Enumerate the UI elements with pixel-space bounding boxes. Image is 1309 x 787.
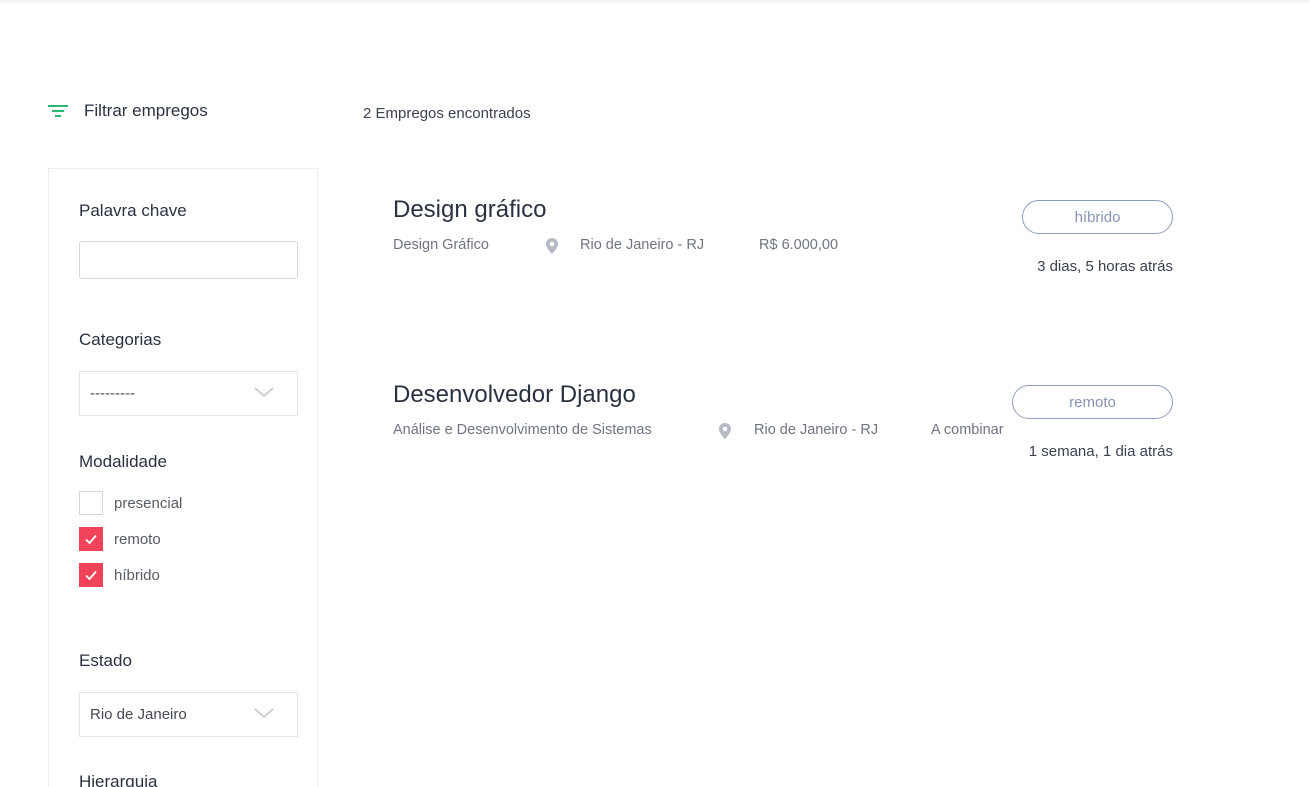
chevron-down-icon	[253, 385, 275, 399]
modality-option-presencial[interactable]: presencial	[79, 491, 182, 515]
state-select[interactable]: Rio de Janeiro	[79, 692, 298, 737]
job-posted-time: 1 semana, 1 dia atrás	[1028, 443, 1173, 460]
job-category: Análise e Desenvolvimento de Sistemas	[393, 422, 652, 438]
filter-sidebar: Palavra chave Categorias --------- Modal…	[48, 168, 318, 787]
state-selected-value: Rio de Janeiro	[90, 706, 187, 723]
job-salary: R$ 6.000,00	[759, 237, 839, 253]
keyword-label: Palavra chave	[79, 201, 187, 220]
job-modality-badge: híbrido	[1022, 200, 1173, 234]
top-divider	[0, 0, 1309, 4]
job-location: Rio de Janeiro - RJ	[754, 422, 879, 438]
modality-label: Modalidade	[79, 452, 167, 471]
modality-option-remoto[interactable]: remoto	[79, 527, 161, 551]
results-count: 2 Empregos encontrados	[363, 105, 531, 122]
modality-option-hibrido[interactable]: híbrido	[79, 563, 160, 587]
checkmark-icon	[85, 534, 97, 545]
categories-select[interactable]: ---------	[79, 371, 298, 416]
filter-title: Filtrar empregos	[84, 101, 208, 120]
categories-selected-value: ---------	[90, 385, 135, 402]
presencial-label: presencial	[114, 494, 183, 512]
state-label: Estado	[79, 651, 132, 670]
map-pin-icon	[719, 423, 731, 439]
presencial-checkbox[interactable]	[79, 491, 103, 515]
hibrido-checkbox[interactable]	[79, 563, 103, 587]
job-posted-time: 3 dias, 5 horas atrás	[1037, 258, 1173, 275]
job-title[interactable]: Design gráfico	[393, 196, 546, 224]
map-pin-icon	[546, 238, 558, 254]
categories-label: Categorias	[79, 330, 162, 349]
hierarchy-label: Hierarquia	[79, 772, 158, 787]
job-location: Rio de Janeiro - RJ	[580, 237, 705, 253]
job-category: Design Gráfico	[393, 237, 489, 253]
filter-header[interactable]: Filtrar empregos	[48, 101, 208, 121]
remoto-label: remoto	[114, 530, 161, 548]
remoto-checkbox[interactable]	[79, 527, 103, 551]
job-title[interactable]: Desenvolvedor Django	[393, 381, 636, 409]
keyword-input[interactable]	[79, 241, 298, 279]
hibrido-label: híbrido	[114, 566, 160, 584]
job-salary: A combinar	[931, 422, 1004, 438]
chevron-down-icon	[253, 706, 275, 720]
job-modality-badge: remoto	[1012, 385, 1173, 419]
filter-lines-icon	[48, 103, 68, 119]
checkmark-icon	[85, 570, 97, 581]
